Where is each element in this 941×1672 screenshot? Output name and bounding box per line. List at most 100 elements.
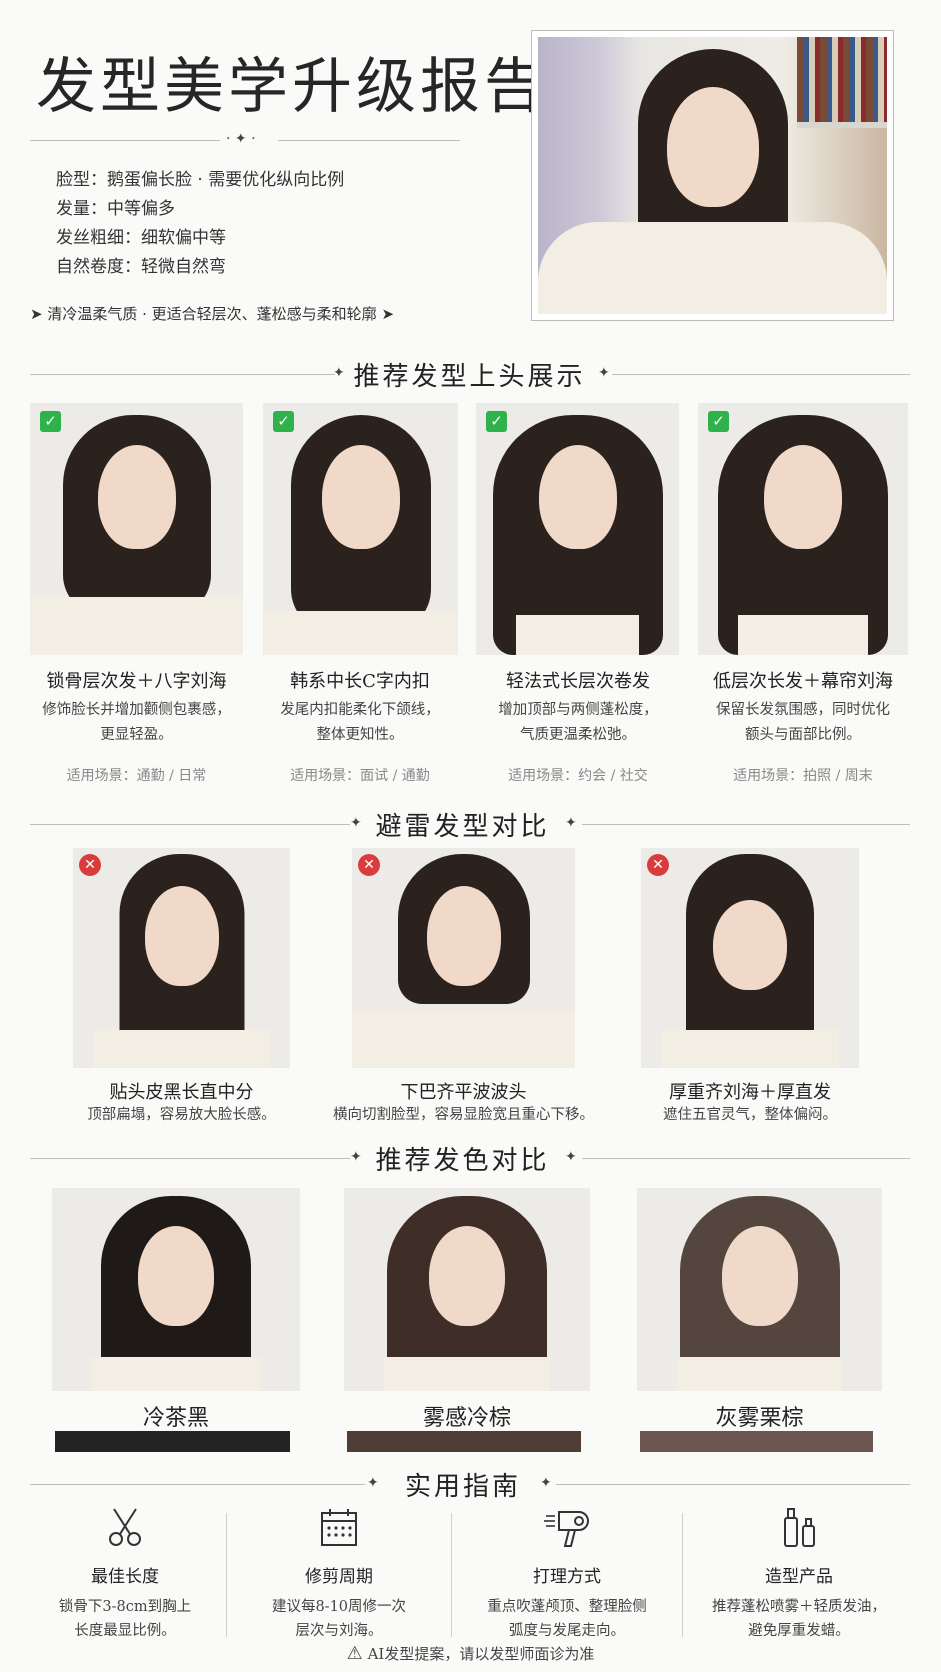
guide-item-products: 造型产品 推荐蓬松喷雾＋轻质发油， 避免厚重发蜡。 bbox=[688, 1506, 910, 1643]
page-title: 发型美学升级报告 bbox=[36, 52, 548, 122]
cross-icon: ✕ bbox=[647, 854, 669, 876]
section-line bbox=[582, 1158, 910, 1159]
guide-title: 打理方式 bbox=[533, 1567, 601, 1587]
desc-line: 避免厚重发蜡。 bbox=[748, 1623, 850, 1639]
desc-line: 保留长发氛围感，同时优化 bbox=[716, 702, 890, 718]
desc-line: 发尾内扣能柔化下颌线， bbox=[280, 702, 440, 718]
desc-line: 层次与刘海。 bbox=[295, 1623, 383, 1639]
section-line bbox=[582, 824, 910, 825]
recommended-photo-3: ✓ bbox=[476, 403, 679, 655]
avoid-photo-1: ✕ bbox=[73, 848, 290, 1068]
recommended-title-2: 韩系中长C字内扣 bbox=[290, 671, 430, 692]
profile-face-shape: 脸型：鹅蛋偏长脸 · 需要优化纵向比例 bbox=[56, 170, 345, 190]
profile-hair-volume: 发量：中等偏多 bbox=[56, 199, 175, 219]
diamond-icon: ✦ bbox=[333, 365, 345, 381]
section-line bbox=[30, 824, 350, 825]
color-name-2: 雾感冷棕 bbox=[422, 1406, 511, 1431]
section-heading-recommended: 推荐发型上头展示 bbox=[353, 362, 586, 392]
recommended-scene-1: 适用场景：通勤 / 日常 bbox=[66, 768, 207, 784]
section-heading-avoid: 避雷发型对比 bbox=[375, 812, 550, 842]
diamond-icon: ✦ bbox=[350, 815, 362, 831]
calendar-icon bbox=[321, 1509, 357, 1546]
color-swatch-2 bbox=[347, 1431, 581, 1452]
guide-desc: 建议每8-10周修一次 层次与刘海。 bbox=[232, 1595, 446, 1643]
diamond-icon: ✦ bbox=[350, 1149, 362, 1165]
guide-item-length: 最佳长度 锁骨下3-8cm到胸上 长度最显比例。 bbox=[30, 1506, 220, 1643]
check-icon: ✓ bbox=[40, 411, 61, 432]
recommended-desc-4: 保留长发氛围感，同时优化 额头与面部比例。 bbox=[688, 698, 918, 748]
color-photo-3 bbox=[637, 1188, 882, 1391]
guide-item-trim: 修剪周期 建议每8-10周修一次 层次与刘海。 bbox=[232, 1506, 446, 1643]
desc-line: 更显轻盈。 bbox=[100, 727, 173, 743]
desc-line: 额头与面部比例。 bbox=[745, 727, 861, 743]
tagline-text: 清冷温柔气质 · 更适合轻层次、蓬松感与柔和轮廓 bbox=[47, 305, 377, 323]
desc-line: 锁骨下3-8cm到胸上 bbox=[58, 1599, 192, 1615]
cross-icon: ✕ bbox=[79, 854, 101, 876]
guide-divider bbox=[226, 1513, 227, 1637]
recommended-title-3: 轻法式长层次卷发 bbox=[506, 671, 650, 692]
section-line bbox=[556, 1484, 910, 1485]
recommended-scene-4: 适用场景：拍照 / 周末 bbox=[733, 768, 873, 784]
profile-curl: 自然卷度：轻微自然弯 bbox=[56, 257, 226, 277]
cross-icon: ✕ bbox=[358, 854, 380, 876]
recommended-desc-2: 发尾内扣能柔化下颌线， 整体更知性。 bbox=[250, 698, 470, 748]
check-icon: ✓ bbox=[273, 411, 294, 432]
color-photo-1 bbox=[52, 1188, 300, 1391]
avoid-photo-2: ✕ bbox=[352, 848, 575, 1068]
guide-title: 修剪周期 bbox=[305, 1567, 373, 1587]
guide-divider bbox=[451, 1513, 452, 1637]
scissors-icon bbox=[109, 1508, 141, 1546]
recommended-photo-4: ✓ bbox=[698, 403, 908, 655]
avoid-title-3: 厚重齐刘海＋厚直发 bbox=[669, 1082, 831, 1103]
section-heading-colors: 推荐发色对比 bbox=[375, 1146, 550, 1176]
recommended-desc-1: 修饰脸长并增加颧侧包裹感， 更显轻盈。 bbox=[20, 698, 253, 748]
avoid-photo-3: ✕ bbox=[641, 848, 859, 1068]
divider-left bbox=[30, 140, 220, 141]
desc-line: 弧度与发尾走向。 bbox=[509, 1623, 625, 1639]
diamond-icon: ✦ bbox=[540, 1475, 552, 1491]
recommended-photo-1: ✓ bbox=[30, 403, 243, 655]
selfie-image bbox=[538, 37, 887, 314]
avoid-desc-3: 遮住五官灵气，整体偏闷。 bbox=[663, 1107, 837, 1123]
color-name-1: 冷茶黑 bbox=[142, 1406, 209, 1431]
profile-hair-thickness: 发丝粗细：细软偏中等 bbox=[56, 228, 226, 248]
desc-line: 增加顶部与两侧蓬松度， bbox=[498, 702, 658, 718]
hair-dryer-icon bbox=[544, 1511, 589, 1547]
guide-title: 最佳长度 bbox=[91, 1567, 159, 1587]
original-photo bbox=[531, 30, 894, 321]
color-swatch-3 bbox=[640, 1431, 873, 1452]
recommended-scene-2: 适用场景：面试 / 通勤 bbox=[290, 768, 430, 784]
desc-line: 重点吹蓬颅顶、整理脸侧 bbox=[487, 1599, 647, 1615]
desc-line: 推荐蓬松喷雾＋轻质发油， bbox=[712, 1599, 886, 1615]
section-line bbox=[30, 1484, 365, 1485]
section-line bbox=[612, 374, 910, 375]
arrow-right-icon: ➤ bbox=[381, 305, 395, 323]
recommended-desc-3: 增加顶部与两侧蓬松度， 气质更温柔松弛。 bbox=[466, 698, 690, 748]
profile-list: 脸型：鹅蛋偏长脸 · 需要优化纵向比例 发量：中等偏多 发丝粗细：细软偏中等 自… bbox=[56, 166, 344, 282]
diamond-icon: ✦ bbox=[598, 365, 610, 381]
diamond-icon: ✦ bbox=[565, 1149, 577, 1165]
avoid-title-2: 下巴齐平波波头 bbox=[400, 1082, 527, 1103]
section-line bbox=[30, 374, 335, 375]
guide-desc: 重点吹蓬颅顶、整理脸侧 弧度与发尾走向。 bbox=[457, 1595, 677, 1643]
ornament-icon: · ✦ · bbox=[226, 131, 256, 147]
arrow-left-icon: ➤ bbox=[30, 305, 48, 323]
recommended-photo-2: ✓ bbox=[263, 403, 458, 655]
color-swatch-1 bbox=[55, 1431, 290, 1452]
check-icon: ✓ bbox=[708, 411, 729, 432]
section-heading-guide: 实用指南 bbox=[404, 1472, 521, 1502]
recommended-scene-3: 适用场景：约会 / 社交 bbox=[508, 768, 648, 784]
recommended-title-1: 锁骨层次发＋八字刘海 bbox=[46, 671, 227, 692]
diamond-icon: ✦ bbox=[367, 1475, 379, 1491]
guide-title: 造型产品 bbox=[765, 1567, 833, 1587]
desc-line: 建议每8-10周修一次 bbox=[271, 1599, 407, 1615]
color-photo-2 bbox=[344, 1188, 590, 1391]
avoid-desc-1: 顶部扁塌，容易放大脸长感。 bbox=[87, 1107, 276, 1123]
desc-line: 气质更温柔松弛。 bbox=[520, 727, 636, 743]
desc-line: 修饰脸长并增加颧侧包裹感， bbox=[42, 702, 231, 718]
footer-text: AI发型提案，请以发型师面诊为准 bbox=[367, 1645, 595, 1663]
avoid-desc-2: 横向切割脸型，容易显脸宽且重心下移。 bbox=[333, 1107, 594, 1123]
recommended-title-4: 低层次长发＋幕帘刘海 bbox=[713, 671, 893, 692]
desc-line: 长度最显比例。 bbox=[74, 1623, 176, 1639]
bottles-icon bbox=[784, 1508, 815, 1547]
